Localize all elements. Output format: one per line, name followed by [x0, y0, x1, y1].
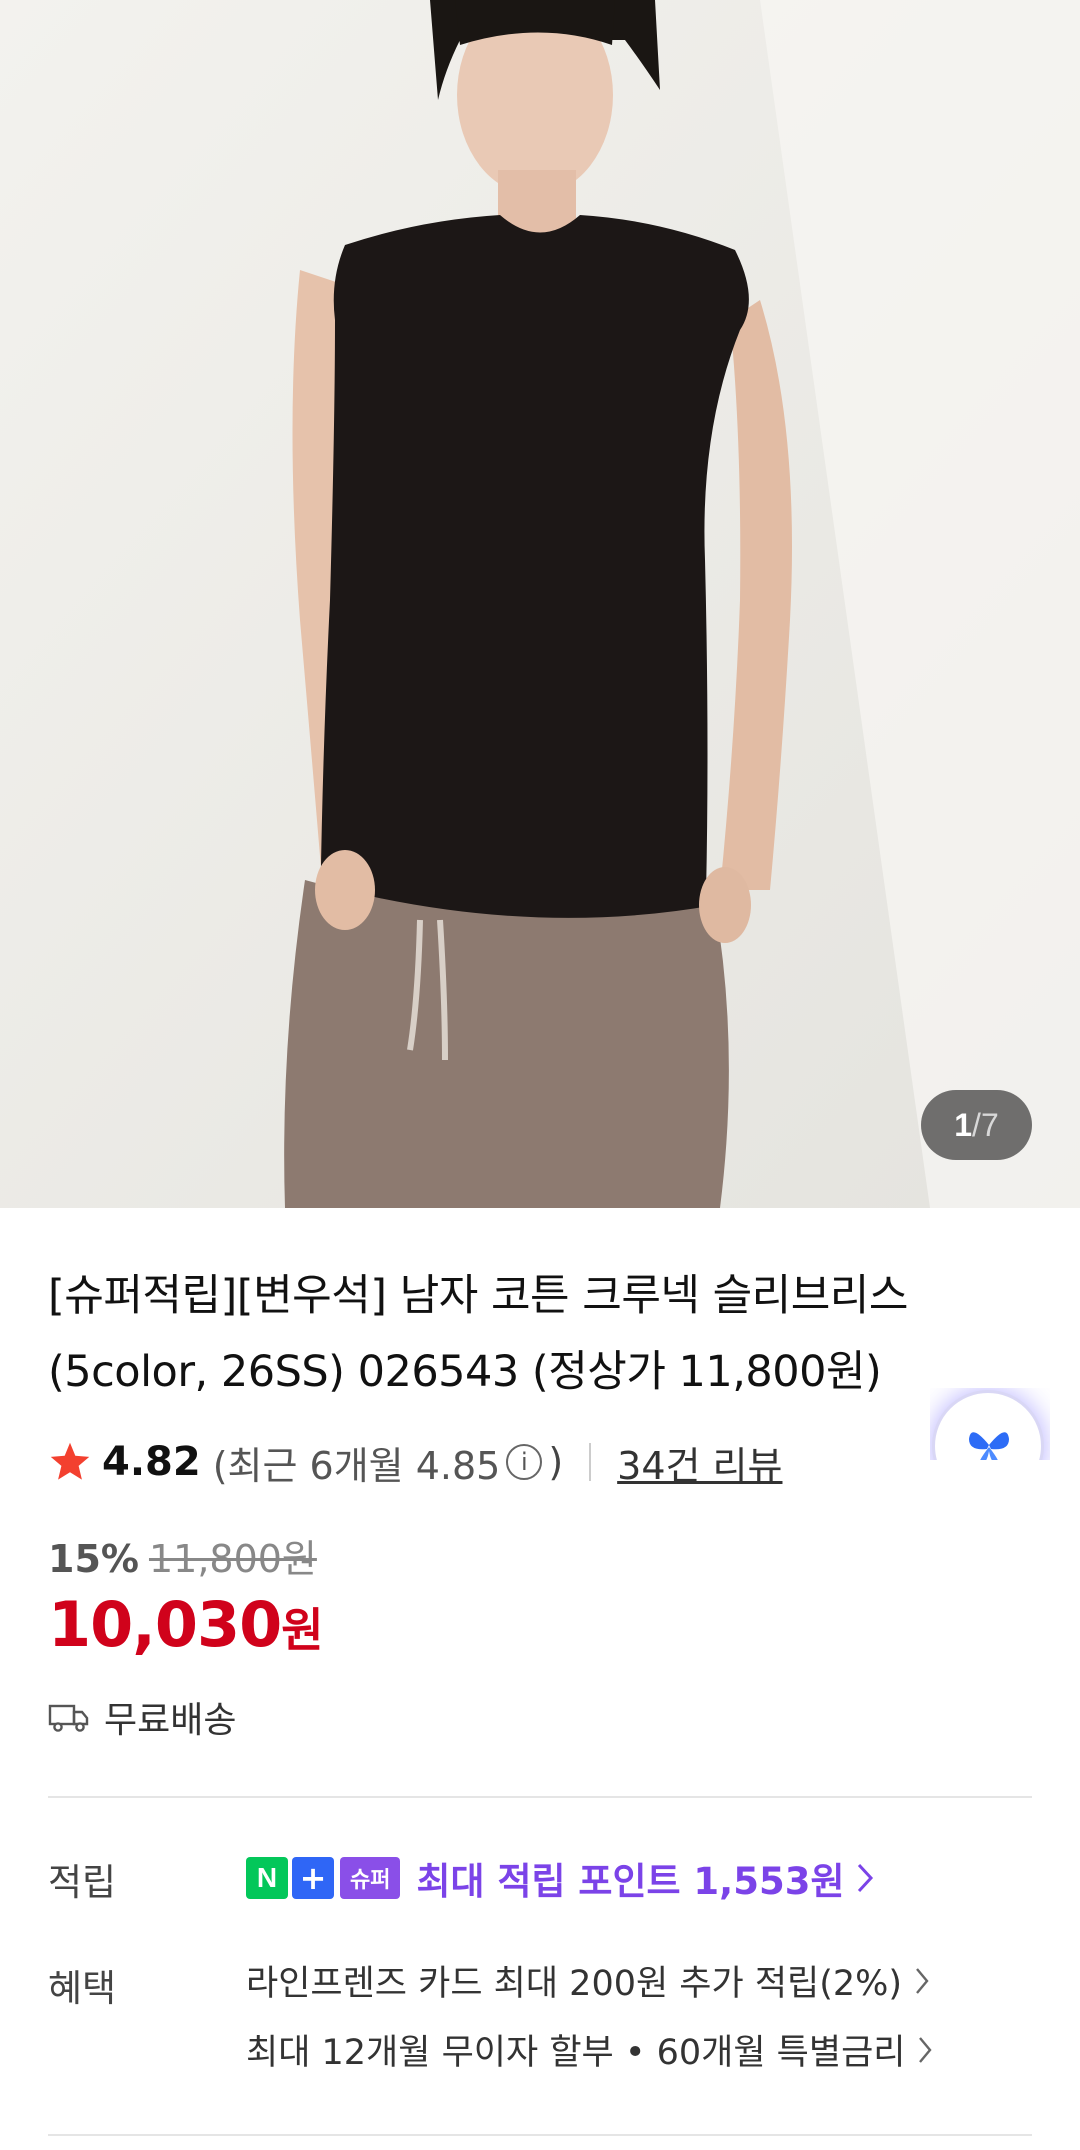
star-icon: [50, 1442, 90, 1480]
floating-button-circle: [932, 1390, 1044, 1460]
product-title-line-2: (5color, 26SS) 026543 (정상가 11,800원): [48, 1347, 882, 1397]
shipping-info: 무료배송: [48, 1692, 236, 1742]
chevron-right-icon: [858, 1863, 874, 1893]
sale-price-amount: 10,030: [48, 1588, 282, 1661]
product-photo: [0, 0, 1080, 1208]
image-counter-current: 1: [954, 1106, 973, 1143]
sale-price: 10,030원: [48, 1588, 324, 1661]
section-divider: [48, 2134, 1032, 2136]
image-counter-total: 7: [980, 1106, 999, 1143]
rating-score: 4.82: [102, 1439, 201, 1485]
max-points-text: 최대 적립 포인트 1,553원: [416, 1860, 845, 1903]
shipping-label: 무료배송: [104, 1700, 237, 1741]
image-counter-separator: /: [972, 1106, 981, 1143]
naver-n-badge: N: [246, 1857, 288, 1899]
product-title: [슈퍼적립][변우석] 남자 코튼 크루넥 슬리브리스 (5color, 26S…: [48, 1258, 1008, 1410]
product-title-line-1: [슈퍼적립][변우석] 남자 코튼 크루넥 슬리브리스: [48, 1271, 908, 1321]
chevron-right-icon: [916, 1967, 929, 1994]
benefit-installment[interactable]: 최대 12개월 무이자 할부 • 60개월 특별금리: [246, 2024, 933, 2075]
recent-rating: (최근 6개월 4.85: [212, 1443, 501, 1488]
rating-divider: [589, 1443, 592, 1481]
chevron-right-icon: [919, 2036, 933, 2063]
rating-row: 4.82 (최근 6개월 4.85 i ) 34건 리뷰: [48, 1432, 782, 1492]
butterfly-icon: [969, 1432, 1009, 1460]
discount-rate: 15%: [48, 1537, 139, 1581]
original-price-row: 15% 11,800원: [48, 1528, 317, 1583]
floating-action-button[interactable]: [930, 1388, 1050, 1460]
section-divider: [48, 1796, 1032, 1798]
info-icon[interactable]: i: [506, 1444, 543, 1480]
original-price: 11,800원: [148, 1537, 317, 1581]
points-label: 적립: [48, 1861, 117, 1904]
benefit-card-points[interactable]: 라인프렌즈 카드 최대 200원 추가 적립(2%): [246, 1955, 930, 2006]
image-counter: 1 / 7: [921, 1090, 1032, 1160]
benefit-text: 최대 12개월 무이자 할부 • 60개월 특별금리: [246, 2033, 906, 2073]
super-badge: 슈퍼: [340, 1857, 401, 1899]
benefit-text: 라인프렌즈 카드 최대 200원 추가 적립(2%): [246, 1964, 903, 2004]
benefits-label: 혜택: [48, 1967, 117, 2010]
product-image-gallery[interactable]: 1 / 7: [0, 0, 1080, 1208]
review-count-link[interactable]: 34건 리뷰: [617, 1435, 782, 1490]
max-points-link[interactable]: N + 슈퍼 최대 적립 포인트 1,553원: [246, 1846, 874, 1910]
delivery-truck-icon: [48, 1704, 89, 1732]
recent-rating-close: ): [548, 1440, 564, 1484]
plus-badge: +: [292, 1857, 334, 1899]
sale-price-unit: 원: [281, 1603, 324, 1657]
